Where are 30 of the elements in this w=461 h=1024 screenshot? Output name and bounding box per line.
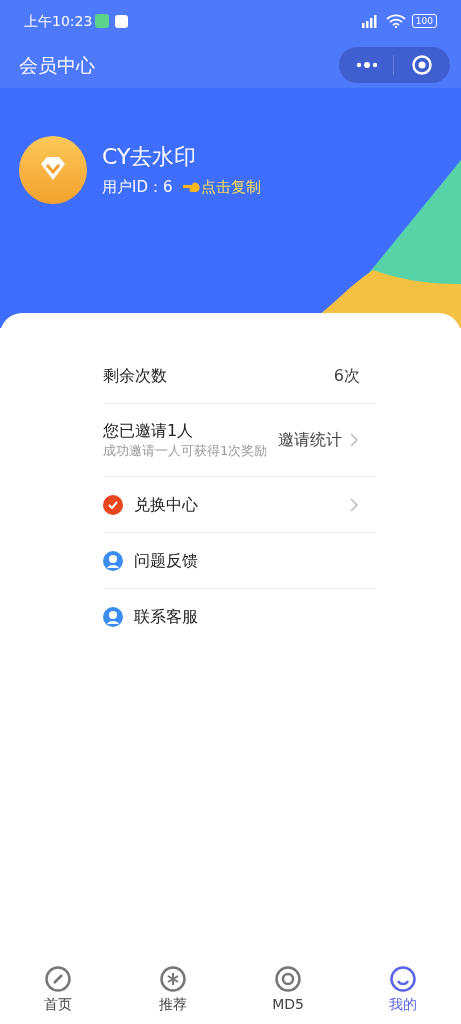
- smile-icon: [390, 966, 417, 992]
- app-icon: [95, 14, 110, 28]
- tab[interactable]: 首页: [0, 950, 116, 1024]
- compass-icon: [44, 966, 71, 992]
- menu-item[interactable]: 联系客服: [134, 605, 198, 629]
- menu-item[interactable]: 兑换中心: [134, 492, 198, 517]
- tab[interactable]: MD5: [230, 950, 346, 1024]
- menu-value: 6次: [333, 364, 360, 387]
- tab[interactable]: 我的: [345, 950, 461, 1024]
- person-icon: [103, 550, 123, 571]
- status-time: 上午10:23: [24, 11, 93, 31]
- menu-label: 剩余次数: [103, 364, 167, 387]
- pointing-hand-icon: [182, 181, 201, 193]
- more-icon[interactable]: [355, 61, 379, 69]
- target-icon: [275, 966, 302, 992]
- page-title: 会员中心: [19, 52, 95, 78]
- invite-stats-link[interactable]: 邀请统计: [278, 428, 342, 452]
- diamond-avatar: [19, 136, 87, 204]
- battery-icon: 100: [411, 14, 437, 28]
- app-icon: [115, 14, 129, 28]
- check-circle-icon: [103, 494, 123, 515]
- close-icon[interactable]: [411, 54, 433, 76]
- person-icon: [103, 607, 123, 627]
- tab[interactable]: 推荐: [115, 950, 231, 1024]
- app-name: CY去水印: [102, 142, 198, 171]
- snowflake-icon: [159, 966, 186, 992]
- user-id: 用户ID：6: [102, 176, 173, 198]
- wifi-icon: [385, 14, 406, 28]
- menu-label: 您已邀请1人: [103, 420, 195, 442]
- menu-item[interactable]: 问题反馈: [134, 548, 198, 573]
